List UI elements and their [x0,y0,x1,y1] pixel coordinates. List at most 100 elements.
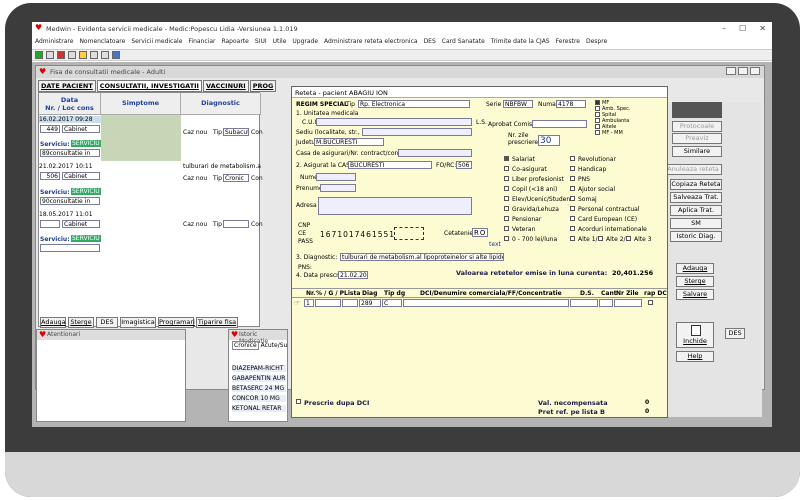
menu-servicii[interactable]: Servicii medicale [131,38,182,45]
check-spital[interactable] [595,112,600,117]
prescrie-dci-check[interactable] [296,399,301,404]
toolbar-patient-icon[interactable] [57,51,65,59]
row3-nr[interactable] [40,220,60,228]
protocoale-button[interactable]: Protocoale [672,121,722,132]
adauga-button[interactable]: Adauga [676,263,714,274]
salvare-button[interactable]: Salvare [676,289,714,300]
row-nrzile-input[interactable] [614,299,642,307]
judetul-input[interactable]: M.BUCURESTI [314,138,384,146]
check-altele[interactable] [595,124,600,129]
sediu-input[interactable] [362,128,472,136]
fisa-imagistica-button[interactable]: Imagistica [120,317,156,328]
toolbar-tool-icon[interactable] [90,51,98,59]
istoric-item[interactable]: GABAPENTIN AUR [232,375,286,382]
tab-consultatii[interactable]: CONSULTATII, INVESTIGATII [96,80,202,92]
row-gp-input[interactable] [315,299,341,307]
menu-admin-reteta[interactable]: Administrare reteta electronica [324,38,418,45]
row3-date[interactable]: 18.05.2017 11:01 [39,211,101,218]
adresa-input[interactable] [318,197,472,215]
check-personal[interactable] [570,206,575,211]
row3-loc[interactable]: Cabinet [62,220,100,228]
copiaza-reteta-button[interactable]: Copiaza Reteta [670,179,722,190]
check-ambulanta[interactable] [595,118,600,123]
fisa-programari-button[interactable]: Programari [158,317,195,328]
numar-input[interactable]: 4178 [556,100,586,108]
menu-rapoarte[interactable]: Rapoarte [221,38,248,45]
menu-card[interactable]: Card Sanatate [442,38,485,45]
fisa-min-button[interactable] [726,67,736,75]
check-alte1[interactable] [570,236,575,241]
row-rapdc-check[interactable] [648,300,653,305]
check-mf[interactable] [595,100,600,105]
check-gravida[interactable] [504,206,509,211]
check-liber[interactable] [504,176,509,181]
close-button[interactable]: ✕ [759,24,766,33]
toolbar-fx-icon[interactable] [68,51,76,59]
fisa-des-button[interactable]: DES [96,317,118,328]
check-amb[interactable] [595,106,600,111]
check-copil[interactable] [504,186,509,191]
row3-serviciu-badge[interactable]: SERVICIU [71,235,101,242]
check-veteran[interactable] [504,226,509,231]
row1-loc[interactable]: Cabinet [62,125,100,133]
menu-despre[interactable]: Despre [586,38,607,45]
row3-caz-nou[interactable]: Caz nou [183,221,207,228]
minimize-button[interactable]: – [722,24,726,33]
check-somaj[interactable] [570,196,575,201]
fisa-sterge-button[interactable]: Sterge [68,317,94,328]
check-pensionar[interactable] [504,216,509,221]
sterge-button[interactable]: Sterge [676,276,714,287]
row1-serviciu-select[interactable]: 89consultatie in [40,149,100,157]
salveaza-trat-button[interactable]: Salveaza Trat. [670,192,722,203]
menu-administrare[interactable]: Administrare [35,38,73,45]
tip-reteta-select[interactable]: Rp. Electronica [358,100,470,108]
fisa-max-button[interactable] [738,67,748,75]
menu-financiar[interactable]: Financiar [188,38,215,45]
aprobat-input[interactable] [532,120,587,128]
check-card-eu[interactable] [570,216,575,221]
row2-serviciu-select[interactable]: 90consultatie in [40,197,100,205]
row2-date[interactable]: 21.02.2017 10:11 [39,163,101,170]
menu-trimite[interactable]: Trimite date la CJAS [491,38,550,45]
fisa-tiparire-button[interactable]: Tiparire fisa [196,317,238,328]
fo-input[interactable]: 506 [456,161,472,169]
diagnostic-input[interactable]: tulburari de metabolism.al lipoproteinel… [340,253,504,261]
istoric-diag-button[interactable]: Istoric Diag. [670,231,722,242]
istoric-item[interactable]: DIAZEPAM-RICHT [232,365,286,372]
check-coasigurat[interactable] [504,166,509,171]
menu-ferestre[interactable]: Ferestre [556,38,580,45]
menu-upgrade[interactable]: Upgrade [292,38,318,45]
row2-serviciu-badge[interactable]: SERVICIU [71,188,101,195]
toolbar-book-icon[interactable] [79,51,87,59]
toolbar-copy-icon[interactable] [101,51,109,59]
check-alte2[interactable] [598,236,603,241]
istoric-tab-cronice[interactable]: Cronice [232,341,259,350]
casa-input[interactable] [398,149,472,157]
check-revolutionar[interactable] [570,156,575,161]
inchide-button[interactable]: Inchide [676,322,714,348]
check-elev[interactable] [504,196,509,201]
row1-nr[interactable]: 449 [40,125,60,133]
toolbar-chart-icon[interactable] [112,51,120,59]
nume-input[interactable] [316,173,356,181]
row2-caz-nou[interactable]: Caz nou [183,175,207,182]
anuleaza-reteta-button[interactable]: Anuleaza reteta [664,164,722,175]
row2-loc[interactable]: Cabinet [62,172,100,180]
maximize-button[interactable]: ☐ [739,24,746,33]
check-salariat[interactable] [504,156,509,161]
istoric-item[interactable]: KETONAL RETAR [232,405,286,412]
check-700[interactable] [504,236,509,241]
row-ds-input[interactable] [570,299,598,307]
cetatenie-input[interactable]: RO [472,228,488,237]
fisa-adauga-button[interactable]: Adauga [40,317,66,328]
cnp-scan-box[interactable] [394,227,424,240]
des-button[interactable]: DES [725,328,745,339]
row2-nr[interactable]: 506 [40,172,60,180]
istoric-tab-acute[interactable]: Acute/Su [261,342,288,349]
cnp-input[interactable]: 1671017461551 [320,230,395,239]
cui-input[interactable] [316,118,472,126]
row2-diagnostic[interactable]: tulburari de metabolism.a [183,163,261,170]
asigurat-input[interactable]: BUCURESTI [348,161,432,169]
data-prescriere-input[interactable]: 21.02.2017 [338,271,368,279]
row1-serviciu-badge[interactable]: SERVICIU [71,140,101,147]
